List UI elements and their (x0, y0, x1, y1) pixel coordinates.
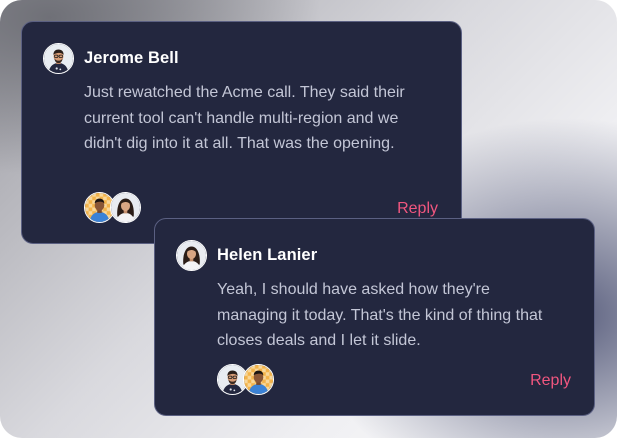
participant-avatars (84, 192, 141, 223)
comment-author-name: Jerome Bell (84, 49, 179, 67)
comment-card: Helen Lanier Yeah, I should have asked h… (154, 218, 595, 416)
woman-avatar-icon (110, 192, 141, 223)
comment-card: Jerome Bell Just rewatched the Acme call… (21, 21, 462, 244)
man-avatar-icon (43, 43, 74, 74)
man-on-checkered-avatar-icon (243, 364, 274, 395)
participant-avatars (217, 364, 274, 395)
comment-author-name: Helen Lanier (217, 246, 318, 264)
reply-button[interactable]: Reply (397, 200, 438, 218)
comment-text: Yeah, I should have asked how they're ma… (217, 281, 543, 349)
comment-text: Just rewatched the Acme call. They said … (84, 84, 405, 152)
reply-button[interactable]: Reply (530, 372, 571, 390)
comment-thread-canvas: Jerome Bell Just rewatched the Acme call… (0, 0, 617, 438)
woman-avatar-icon (176, 240, 207, 271)
